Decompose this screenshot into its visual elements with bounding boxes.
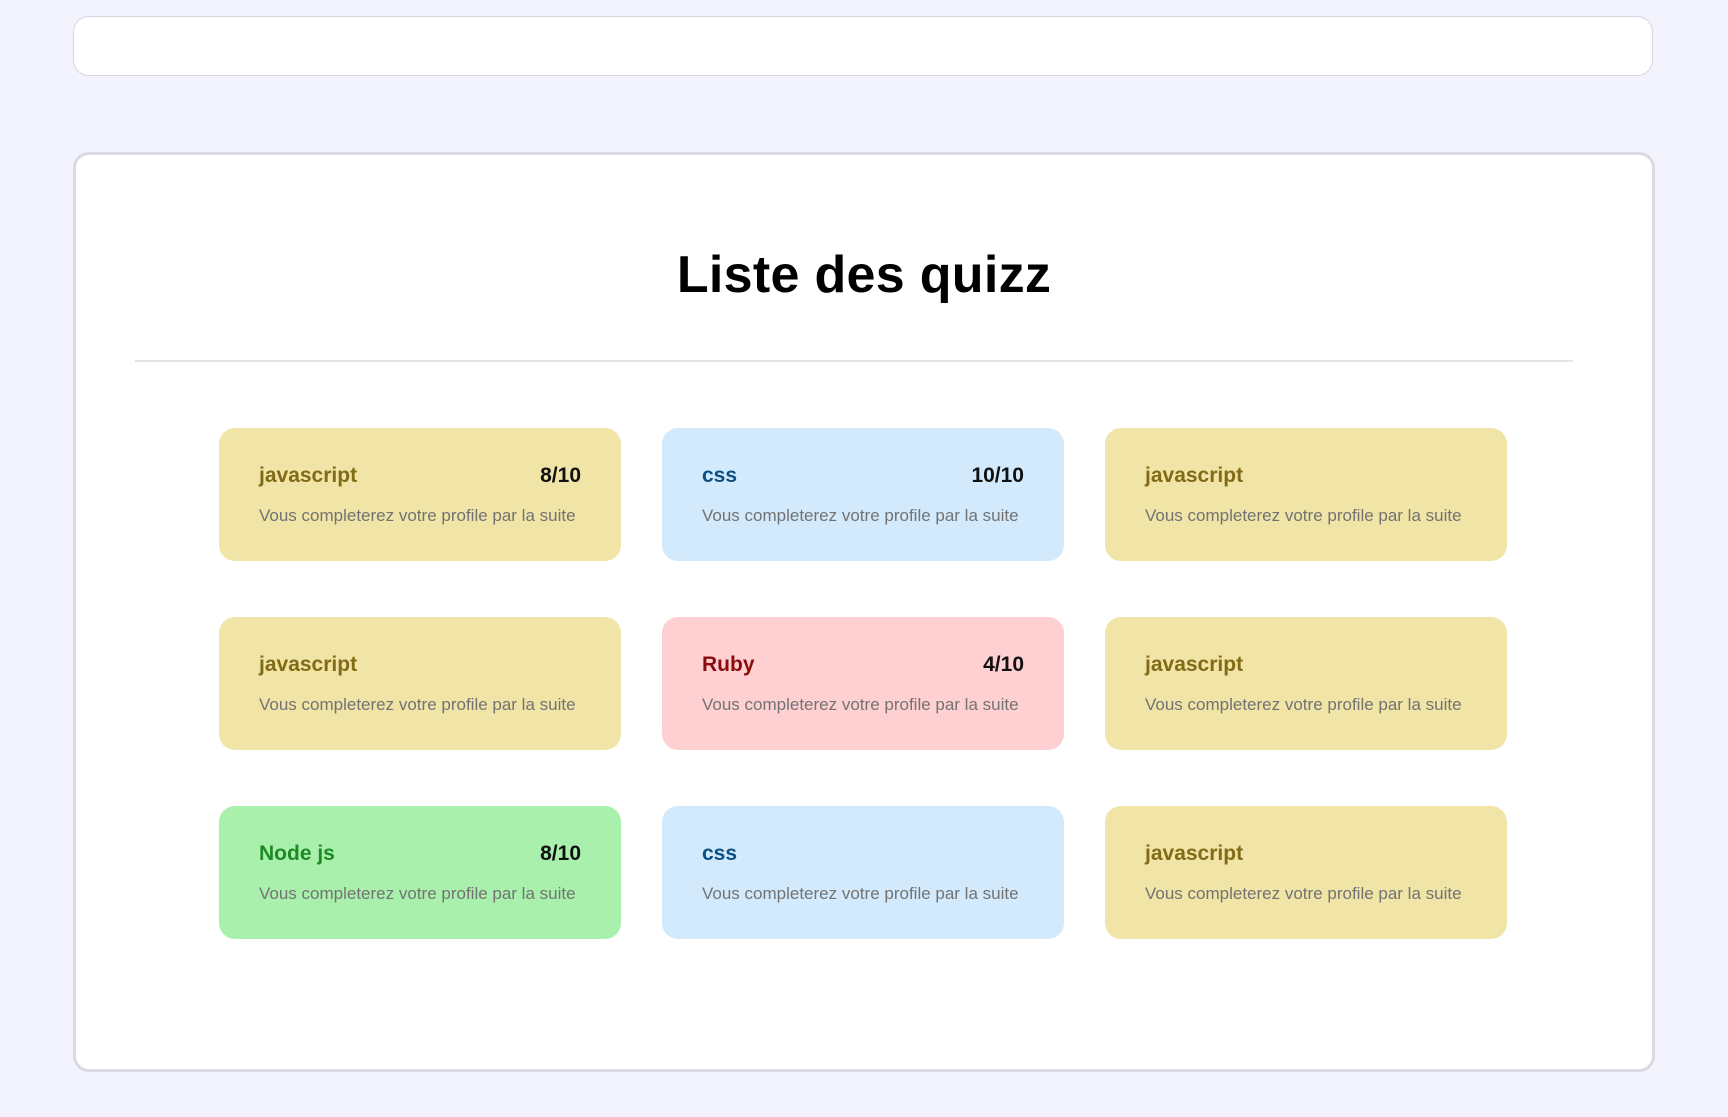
quiz-score: 10/10 [971, 464, 1024, 487]
quiz-title: Ruby [702, 653, 755, 676]
quiz-title: javascript [1145, 653, 1244, 676]
quiz-description: Vous completerez votre profile par la su… [259, 506, 576, 525]
quiz-title: javascript [1145, 842, 1244, 865]
quiz-card-header: javascript [259, 653, 581, 679]
quiz-card-header: javascript [1145, 464, 1467, 490]
quiz-description: Vous completerez votre profile par la su… [259, 884, 576, 903]
quiz-title: css [702, 842, 738, 865]
quiz-card-javascript[interactable]: javascript Vous completerez votre profil… [1105, 806, 1507, 939]
quiz-card-nodejs[interactable]: Node js 8/10 Vous completerez votre prof… [219, 806, 621, 939]
quiz-description: Vous completerez votre profile par la su… [702, 506, 1019, 525]
quiz-card-javascript[interactable]: javascript 8/10 Vous completerez votre p… [219, 428, 621, 561]
quiz-card-ruby[interactable]: Ruby 4/10 Vous completerez votre profile… [662, 617, 1064, 750]
title-divider [135, 360, 1573, 362]
top-navbar [73, 16, 1653, 76]
quiz-title: Node js [259, 842, 335, 865]
quiz-description: Vous completerez votre profile par la su… [702, 695, 1019, 714]
quiz-card-header: javascript [1145, 842, 1467, 868]
quiz-description: Vous completerez votre profile par la su… [1145, 884, 1462, 903]
quiz-card-css[interactable]: css Vous completerez votre profile par l… [662, 806, 1064, 939]
quiz-description: Vous completerez votre profile par la su… [702, 884, 1019, 903]
quiz-description: Vous completerez votre profile par la su… [1145, 695, 1462, 714]
quiz-title: javascript [259, 653, 358, 676]
quiz-card-header: css 10/10 [702, 464, 1024, 490]
quiz-card-header: css [702, 842, 1024, 868]
quiz-score: 8/10 [540, 842, 581, 865]
quiz-card-javascript[interactable]: javascript Vous completerez votre profil… [219, 617, 621, 750]
quiz-title: javascript [259, 464, 358, 487]
page-title: Liste des quizz [676, 246, 1052, 304]
quiz-card-css[interactable]: css 10/10 Vous completerez votre profile… [662, 428, 1064, 561]
quiz-score: 8/10 [540, 464, 581, 487]
quiz-description: Vous completerez votre profile par la su… [259, 695, 576, 714]
quiz-list-panel: Liste des quizz javascript 8/10 Vous com… [73, 152, 1655, 1072]
quiz-title: css [702, 464, 738, 487]
quiz-title: javascript [1145, 464, 1244, 487]
quiz-card-header: Node js 8/10 [259, 842, 581, 868]
quiz-card-header: javascript 8/10 [259, 464, 581, 490]
quiz-card-header: javascript [1145, 653, 1467, 679]
quiz-grid: javascript 8/10 Vous completerez votre p… [219, 428, 1507, 939]
quiz-card-header: Ruby 4/10 [702, 653, 1024, 679]
quiz-score: 4/10 [983, 653, 1024, 676]
quiz-card-javascript[interactable]: javascript Vous completerez votre profil… [1105, 617, 1507, 750]
quiz-description: Vous completerez votre profile par la su… [1145, 506, 1462, 525]
quiz-card-javascript[interactable]: javascript Vous completerez votre profil… [1105, 428, 1507, 561]
